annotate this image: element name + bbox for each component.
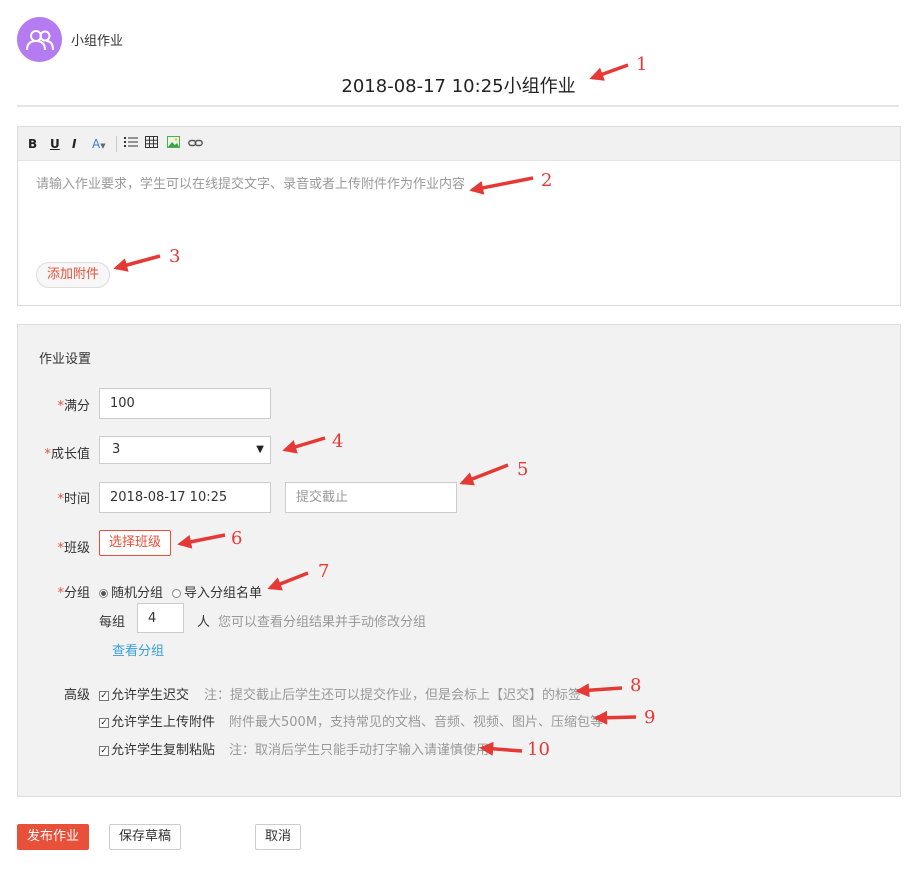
- annotation-7: 7: [318, 561, 330, 582]
- annotation-arrow-7: [267, 571, 309, 591]
- annotation-3: 3: [169, 246, 181, 267]
- annotation-10: 10: [527, 739, 550, 760]
- annotation-2: 2: [541, 170, 553, 191]
- annotation-1: 1: [636, 54, 648, 75]
- annotation-6: 6: [231, 528, 243, 549]
- annotation-arrow-6: [177, 533, 226, 549]
- annotation-arrow-8: [575, 683, 623, 698]
- annotation-8: 8: [630, 675, 642, 696]
- annotation-arrow-9: [593, 710, 637, 725]
- annotation-arrow-2: [469, 176, 534, 195]
- annotation-arrow-3: [113, 254, 161, 272]
- annotation-arrow-5: [459, 463, 509, 486]
- annotation-arrow-10: [479, 741, 523, 756]
- annotation-9: 9: [644, 707, 656, 728]
- annotation-4: 4: [332, 431, 344, 452]
- annotation-arrow-1: [589, 63, 629, 81]
- annotation-arrows: [113, 63, 637, 756]
- annotation-5: 5: [517, 459, 529, 480]
- annotation-arrow-4: [282, 436, 326, 454]
